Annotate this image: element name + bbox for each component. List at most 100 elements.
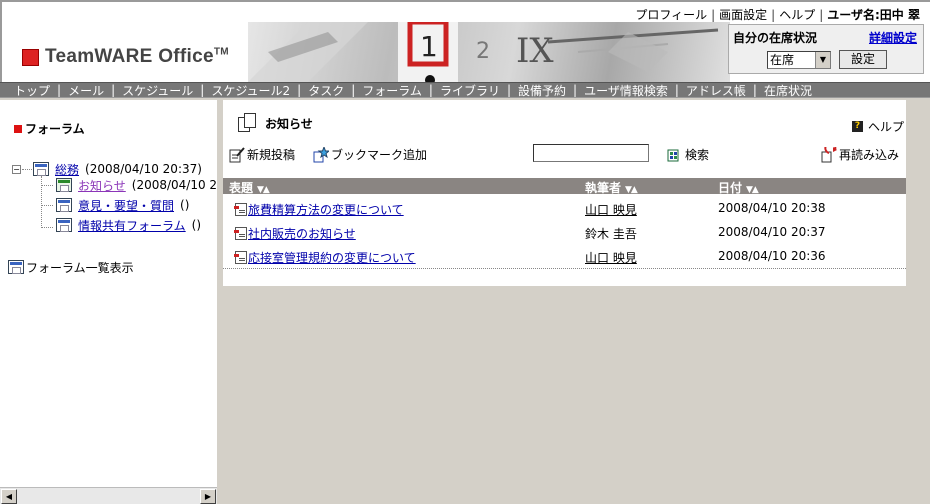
page-title-text: お知らせ: [265, 116, 313, 131]
horizontal-scrollbar[interactable]: ◀ ▶: [0, 487, 217, 504]
help-label: ヘルプ: [867, 120, 904, 134]
reload-button[interactable]: 再読み込み: [821, 141, 900, 163]
svg-text:2: 2: [476, 39, 490, 64]
table-row: 社内販売のお知らせ 鈴木 圭吾 2008/04/10 20:37: [223, 220, 906, 244]
forum-list-label: フォーラム一覧表示: [26, 260, 134, 275]
presence-status-select[interactable]: 在席 ▼: [767, 51, 831, 69]
post-author-link[interactable]: 山口 映見: [585, 201, 637, 218]
sort-arrows-icon[interactable]: ▼▲: [625, 185, 638, 195]
post-date: 2008/04/10 20:37: [718, 225, 826, 239]
post-doc-icon: [234, 203, 247, 216]
nav-item-schedule2[interactable]: スケジュール2: [209, 83, 292, 98]
column-date[interactable]: 日付 ▼▲: [718, 179, 759, 196]
scroll-left-icon[interactable]: ◀: [1, 489, 17, 504]
tree-node-oshirase: お知らせ (2008/04/10 20: [56, 176, 220, 194]
separator: |: [297, 83, 302, 97]
header-banner-image: 1 2 IX: [248, 22, 730, 82]
nav-item-presence[interactable]: 在席状況: [762, 83, 814, 98]
presence-status-panel: 自分の在席状況 詳細設定 在席 ▼ 設定: [728, 24, 924, 74]
search-input[interactable]: [533, 144, 649, 162]
search-button[interactable]: 検索: [667, 146, 709, 163]
separator: |: [200, 83, 205, 97]
post-doc-icon: [234, 251, 247, 264]
post-table: 表題 ▼▲ 執筆者 ▼▲ 日付 ▼▲ 旅費精算方法の変更について 山口 映見 2008…: [223, 178, 906, 269]
separator: |: [752, 83, 757, 97]
forum-page-icon: [237, 112, 259, 134]
new-post-button[interactable]: 新規投稿: [229, 146, 295, 163]
nav-item-mail[interactable]: メール: [66, 83, 106, 98]
presence-detail-settings-link[interactable]: 詳細設定: [869, 29, 917, 46]
nav-item-facility[interactable]: 設備予約: [516, 83, 568, 98]
tree-link-jouhou[interactable]: 情報共有フォーラム: [78, 217, 186, 234]
reload-icon: [821, 141, 837, 163]
tree-connector: [41, 227, 53, 228]
screen-settings-link[interactable]: 画面設定: [719, 6, 767, 23]
app-logo: TeamWARE OfficeTM: [22, 46, 229, 68]
separator: |: [428, 83, 433, 97]
tree-node-extra: (): [180, 198, 190, 212]
nav-item-forum[interactable]: フォーラム: [360, 83, 424, 98]
forum-toolbar: 新規投稿 ブックマーク追加 検索 再読み込み: [223, 141, 906, 166]
svg-text:IX: IX: [516, 31, 554, 71]
post-date: 2008/04/10 20:38: [718, 201, 826, 215]
pencil-doc-icon: [229, 146, 245, 163]
forum-folder-icon: [56, 218, 72, 232]
help-link[interactable]: ? ヘルプ: [851, 118, 904, 135]
app-header: プロフィール | 画面設定 | ヘルプ | ユーザ名:田中 翠 TeamWARE Offic…: [0, 0, 930, 82]
tree-node-jouhou: 情報共有フォーラム (): [56, 216, 201, 234]
help-top-link[interactable]: ヘルプ: [779, 6, 815, 23]
scroll-right-icon[interactable]: ▶: [200, 489, 216, 504]
help-icon: ?: [851, 121, 863, 132]
bookmark-star-icon: [313, 145, 331, 163]
profile-link[interactable]: プロフィール: [635, 6, 707, 23]
presence-status-title: 自分の在席状況: [733, 31, 818, 45]
post-subject-link[interactable]: 社内販売のお知らせ: [248, 225, 356, 242]
bookmark-add-button[interactable]: ブックマーク追加: [313, 145, 428, 163]
search-icon: [667, 147, 683, 163]
tree-node-extra: (2008/04/10 20: [131, 178, 220, 192]
separator: |: [674, 83, 679, 97]
forum-content-pane: お知らせ ? ヘルプ 新規投稿 ブックマーク追加 検索 再読み込み 表題 ▼▲ …: [223, 100, 930, 504]
forum-tree-pane: フォーラム − 総務 (2008/04/10 20:37) お知らせ (2008…: [0, 100, 220, 504]
column-subject[interactable]: 表題 ▼▲: [229, 179, 270, 196]
sort-arrows-icon[interactable]: ▼▲: [257, 185, 270, 195]
nav-item-schedule[interactable]: スケジュール: [120, 83, 195, 98]
forum-folder-icon: [56, 178, 72, 192]
presence-status-value: 在席: [770, 53, 795, 67]
forum-folder-icon: [56, 198, 72, 212]
column-author[interactable]: 執筆者 ▼▲: [585, 179, 638, 196]
tree-connector: [41, 185, 53, 186]
nav-item-top[interactable]: トップ: [0, 83, 52, 98]
separator: |: [506, 83, 511, 97]
presence-set-button[interactable]: 設定: [839, 50, 887, 69]
table-row: 応接室管理規約の変更について 山口 映見 2008/04/10 20:36: [223, 244, 906, 268]
nav-item-address-book[interactable]: アドレス帳: [684, 83, 748, 98]
nav-item-user-search[interactable]: ユーザ情報検索: [582, 83, 670, 98]
reload-label: 再読み込み: [839, 148, 900, 162]
forum-pane-title: フォーラム: [14, 120, 85, 137]
post-table-header: 表題 ▼▲ 執筆者 ▼▲ 日付 ▼▲: [223, 178, 906, 196]
forum-folder-icon: [33, 162, 49, 176]
search-label: 検索: [685, 148, 710, 162]
post-subject-link[interactable]: 応接室管理規約の変更について: [248, 249, 416, 266]
tree-link-iken[interactable]: 意見・要望・質問: [78, 197, 174, 214]
collapse-toggle-icon[interactable]: −: [12, 164, 21, 174]
forum-list-link[interactable]: フォーラム一覧表示: [8, 258, 134, 276]
forum-list-icon: [8, 260, 24, 274]
separator: |: [819, 8, 824, 22]
post-author-link[interactable]: 山口 映見: [585, 249, 637, 266]
forum-content: お知らせ ? ヘルプ 新規投稿 ブックマーク追加 検索 再読み込み 表題 ▼▲ …: [223, 100, 906, 286]
logo-text: TeamWARE OfficeTM: [45, 46, 229, 67]
chevron-down-icon[interactable]: ▼: [815, 52, 830, 68]
sort-arrows-icon[interactable]: ▼▲: [746, 185, 759, 195]
tree-link-soumu[interactable]: 総務: [55, 161, 79, 178]
bullet-square-icon: [14, 124, 22, 133]
separator: |: [111, 83, 116, 97]
bookmark-add-label: ブックマーク追加: [331, 148, 428, 162]
nav-item-task[interactable]: タスク: [306, 83, 346, 98]
nav-item-library[interactable]: ライブラリ: [438, 83, 502, 98]
tree-link-oshirase[interactable]: お知らせ: [78, 177, 126, 194]
separator: |: [771, 8, 776, 22]
post-subject-link[interactable]: 旅費精算方法の変更について: [248, 201, 404, 218]
table-row: 旅費精算方法の変更について 山口 映見 2008/04/10 20:38: [223, 196, 906, 220]
